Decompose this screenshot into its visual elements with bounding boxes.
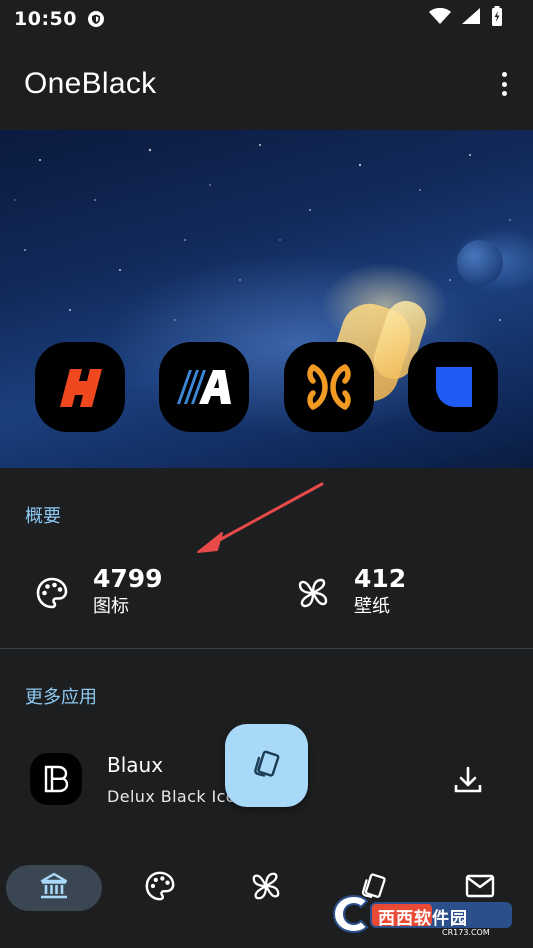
watermark-text: 西西软件园 [378,909,468,929]
fab-button[interactable] [225,724,308,807]
blaux-app-icon [30,753,82,805]
download-icon[interactable] [451,763,485,797]
nav-icons[interactable] [112,865,208,911]
app-description: Delux Black Icon [107,787,242,806]
nav-home[interactable] [6,865,102,911]
more-apps-title: 更多应用 [25,687,97,708]
watermark-subtext: CR173.COM [442,928,490,937]
pinwheel-icon [250,870,282,906]
app-name: Blaux [107,753,164,777]
home-icon [38,870,70,906]
cards-icon [250,747,284,785]
nav-wallpapers[interactable] [218,865,314,911]
palette-icon [144,870,176,906]
watermark-logo: 西西软件园 CR173.COM [330,888,520,940]
section-divider [0,648,533,649]
